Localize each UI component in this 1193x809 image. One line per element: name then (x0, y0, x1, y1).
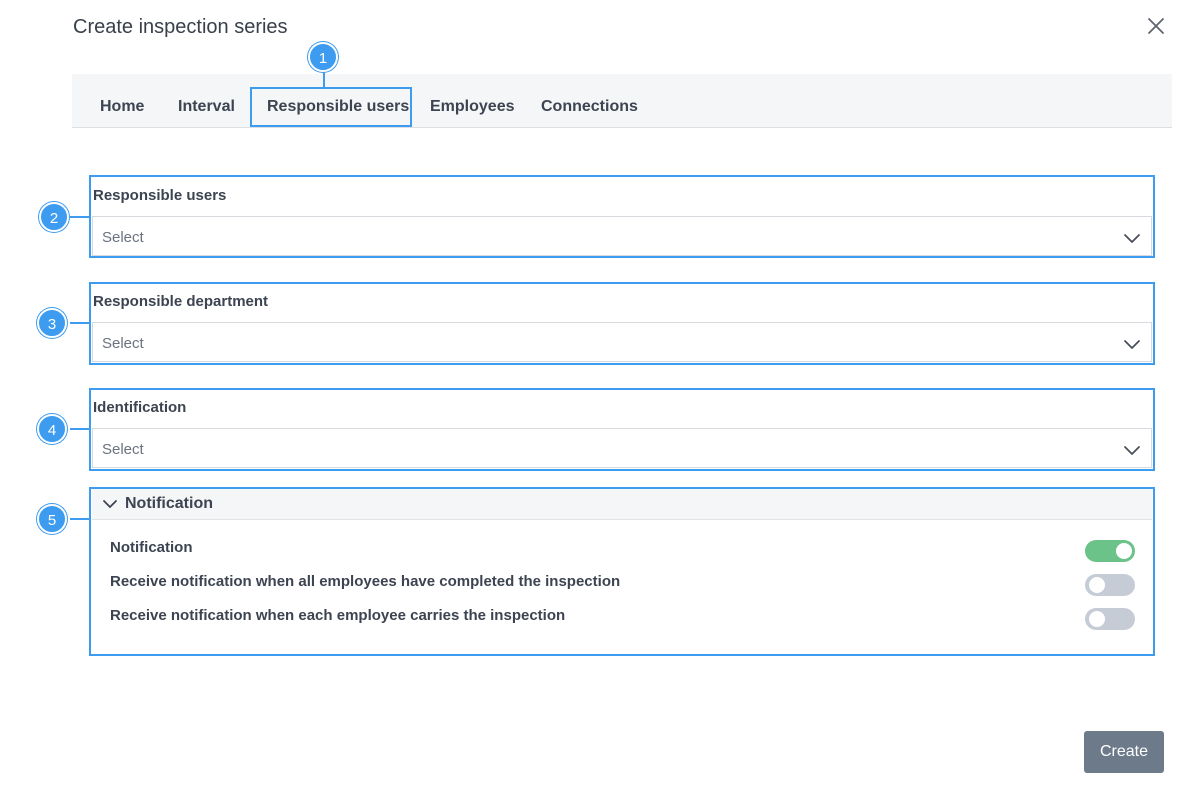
callout-badge-3: 3 (37, 308, 67, 338)
responsible-users-select[interactable]: Select (92, 216, 1152, 256)
identification-label: Identification (93, 399, 187, 416)
highlight-box-tab (250, 87, 412, 127)
callout-badge-1: 1 (308, 42, 338, 72)
responsible-department-label: Responsible department (93, 293, 269, 310)
toggle-knob (1089, 611, 1105, 627)
responsible-users-label: Responsible users (93, 187, 227, 204)
tab-home[interactable]: Home (100, 98, 144, 116)
callout-connector (323, 72, 325, 87)
notification-toggle[interactable] (1085, 540, 1135, 562)
callout-connector (70, 428, 89, 430)
notify-each-employee-toggle[interactable] (1085, 608, 1135, 630)
notify-each-employee-label: Receive notification when each employee … (110, 607, 566, 624)
select-placeholder: Select (102, 441, 144, 458)
select-placeholder: Select (102, 229, 144, 246)
callout-connector (70, 518, 89, 520)
notify-all-completed-label: Receive notification when all employees … (110, 573, 621, 590)
callout-connector (70, 216, 89, 218)
callout-badge-5: 5 (37, 504, 67, 534)
notification-section-header[interactable]: Notification (92, 489, 1152, 520)
callout-badge-4: 4 (37, 414, 67, 444)
close-icon[interactable] (1144, 14, 1168, 38)
notify-all-completed-toggle[interactable] (1085, 574, 1135, 596)
callout-badge-2: 2 (39, 202, 69, 232)
chevron-down-icon (103, 500, 117, 508)
create-button[interactable]: Create (1084, 731, 1164, 773)
tab-connections[interactable]: Connections (541, 98, 638, 116)
select-placeholder: Select (102, 335, 144, 352)
notification-row-label: Notification (110, 539, 193, 556)
callout-connector (70, 322, 89, 324)
chevron-down-icon (1124, 446, 1140, 455)
tab-interval[interactable]: Interval (178, 98, 235, 116)
toggle-knob (1089, 577, 1105, 593)
tab-employees[interactable]: Employees (430, 98, 514, 116)
identification-select[interactable]: Select (92, 428, 1152, 468)
tab-bar: Home Interval Responsible users Employee… (72, 74, 1172, 128)
chevron-down-icon (1124, 340, 1140, 349)
notification-section-title: Notification (125, 495, 213, 512)
dialog-title: Create inspection series (73, 16, 288, 38)
responsible-department-select[interactable]: Select (92, 322, 1152, 362)
toggle-knob (1116, 543, 1132, 559)
chevron-down-icon (1124, 234, 1140, 243)
